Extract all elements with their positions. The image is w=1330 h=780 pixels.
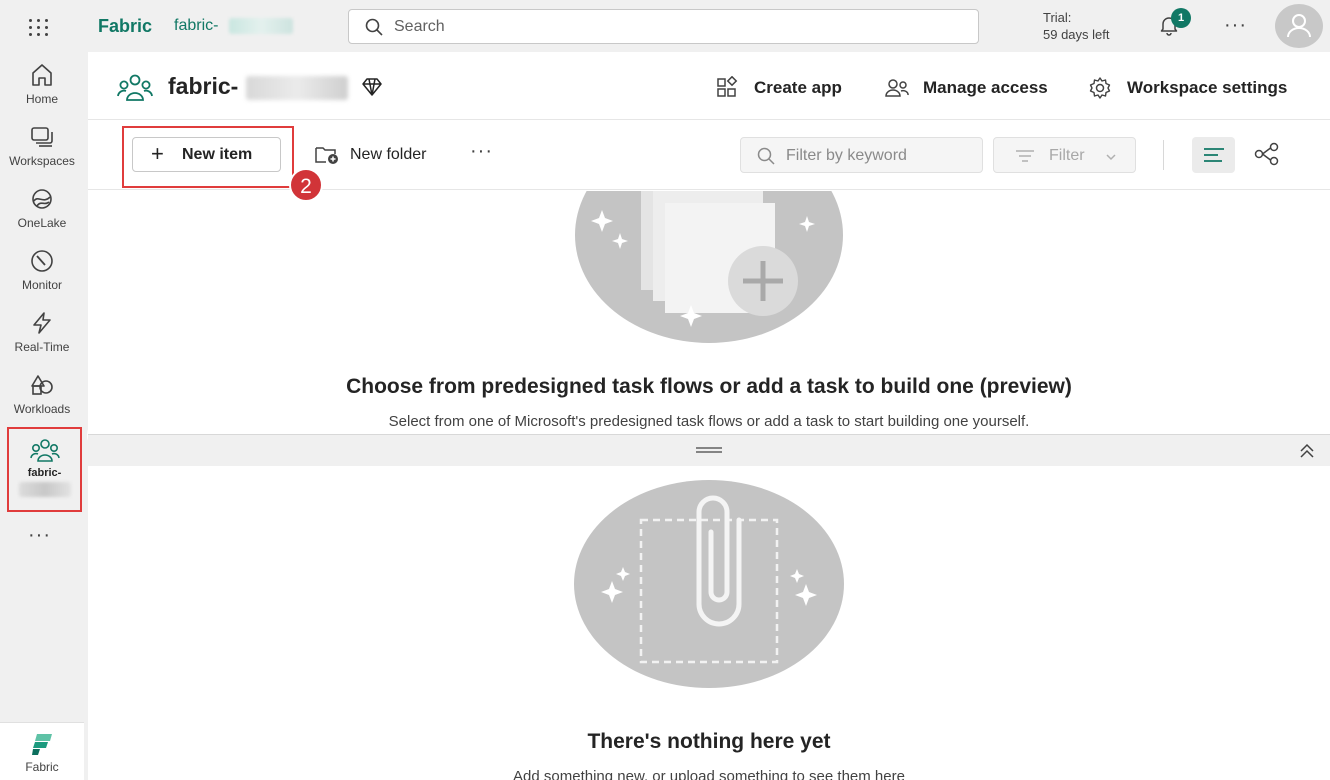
person-icon (1287, 14, 1311, 38)
chevron-down-icon (1106, 154, 1116, 161)
nav-onelake-label: OneLake (17, 216, 67, 230)
manage-access-button[interactable]: Manage access (885, 78, 1048, 98)
nav-home[interactable]: Home (0, 62, 84, 122)
onelake-icon (32, 189, 52, 209)
page-title: fabric- (168, 73, 239, 99)
create-app-icon (717, 76, 738, 97)
empty-state-subtext: Add something new, or upload something t… (513, 768, 905, 780)
more-options-icon[interactable]: ··· (1224, 14, 1247, 37)
search-input[interactable]: Search (348, 9, 979, 44)
filter-icon (1016, 150, 1034, 162)
plus-icon: + (151, 141, 164, 166)
search-placeholder: Search (394, 18, 445, 35)
nav-more-icon[interactable]: ··· (28, 524, 51, 547)
new-item-button[interactable]: + New item (132, 137, 281, 172)
new-item-highlight: + New item (122, 126, 294, 188)
monitor-icon (31, 250, 53, 272)
search-icon (757, 147, 775, 165)
new-folder-icon (315, 147, 338, 164)
workspace-breadcrumb[interactable]: fabric- (174, 17, 218, 35)
nav-workloads-label: Workloads (13, 402, 71, 416)
workspace-settings-label: Workspace settings (1127, 78, 1288, 97)
lineage-view-icon[interactable] (1254, 142, 1280, 166)
trial-days-left: 59 days left (1043, 27, 1110, 42)
workspace-people-icon (117, 74, 153, 101)
workspace-name-redacted (18, 482, 71, 497)
filter-label: Filter (1049, 147, 1085, 164)
fabric-label: Fabric (25, 760, 59, 774)
app-name[interactable]: Fabric (98, 16, 152, 37)
nav-onelake[interactable]: OneLake (0, 186, 84, 246)
workspace-header: fabric- Create app Manage access Workspa… (88, 52, 1330, 120)
drag-handle-icon (696, 447, 722, 453)
empty-state-heading: There's nothing here yet (587, 730, 831, 753)
empty-state-illustration (574, 480, 844, 688)
nav-real-time[interactable]: Real-Time (0, 310, 84, 370)
workspaces-icon (31, 127, 53, 147)
workspace-main-panel: fabric- Create app Manage access Workspa… (88, 52, 1330, 780)
list-view-icon (1204, 148, 1224, 162)
toolbar-more-icon[interactable]: ··· (470, 140, 493, 163)
pane-resize-handle[interactable] (88, 434, 1330, 466)
diamond-icon[interactable] (361, 77, 383, 97)
filter-by-keyword-input[interactable]: Filter by keyword (740, 137, 983, 173)
new-folder-label: New folder (350, 146, 427, 163)
trial-status[interactable]: Trial: 59 days left (1043, 9, 1110, 43)
fabric-experience-switcher[interactable]: Fabric (0, 722, 84, 780)
workspace-toolbar: + New item New folder ··· Filter by keyw… (88, 120, 1330, 190)
nav-workloads[interactable]: Workloads (0, 372, 84, 432)
fabric-logo-icon (32, 734, 52, 755)
workspace-settings-button[interactable]: Workspace settings (1089, 77, 1288, 99)
avatar[interactable] (1275, 4, 1323, 48)
nav-workspaces-label: Workspaces (9, 154, 75, 168)
create-app-label: Create app (754, 78, 842, 97)
step-callout-2: 2 (289, 168, 323, 202)
search-icon (365, 18, 383, 36)
nav-home-label: Home (25, 92, 58, 106)
task-flow-heading: Choose from predesigned task flows or ad… (346, 375, 1072, 398)
app-launcher-icon[interactable] (24, 12, 54, 42)
filter-button[interactable]: Filter (993, 137, 1136, 173)
task-flow-subtext: Select from one of Microsoft's predesign… (388, 413, 1030, 430)
nav-monitor[interactable]: Monitor (0, 248, 84, 308)
nav-real-time-label: Real-Time (14, 340, 70, 354)
real-time-icon (33, 312, 51, 334)
new-item-label: New item (182, 146, 253, 163)
workloads-icon (31, 375, 53, 395)
top-bar: Fabric fabric- Search Trial: 59 days lef… (0, 0, 1330, 52)
gear-icon (1089, 77, 1111, 99)
home-icon (32, 64, 52, 86)
create-app-button[interactable]: Create app (717, 76, 842, 98)
manage-access-icon (885, 79, 909, 97)
manage-access-label: Manage access (923, 78, 1048, 97)
nav-active-workspace[interactable]: fabric- (7, 427, 82, 512)
task-flow-illustration (575, 191, 843, 343)
left-navigation-rail: Home Workspaces OneLake Monitor Real-Tim… (0, 52, 84, 780)
list-view-toggle[interactable] (1192, 137, 1235, 173)
workspace-name-redacted (246, 76, 348, 100)
workspace-name-redacted (229, 18, 293, 34)
nav-workspaces[interactable]: Workspaces (0, 124, 84, 184)
task-flow-panel: Choose from predesigned task flows or ad… (88, 191, 1330, 434)
nav-active-workspace-label: fabric- (27, 467, 62, 479)
workspace-people-icon (29, 439, 60, 462)
chevron-double-up-icon[interactable] (1298, 443, 1316, 459)
trial-label: Trial: (1043, 10, 1072, 25)
notification-count-badge: 1 (1171, 8, 1191, 28)
filter-placeholder: Filter by keyword (786, 147, 907, 164)
nav-monitor-label: Monitor (21, 278, 62, 292)
toolbar-divider (1163, 140, 1164, 170)
items-empty-state: There's nothing here yet Add something n… (88, 466, 1330, 780)
